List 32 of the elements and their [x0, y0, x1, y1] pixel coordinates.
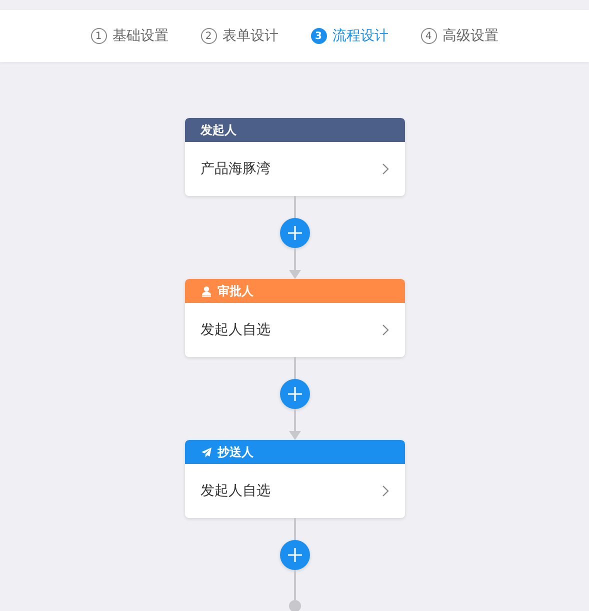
step-label: 高级设置 [442, 28, 498, 44]
add-node-button[interactable] [280, 379, 310, 409]
chevron-right-icon [382, 485, 388, 497]
step-tab[interactable]: 4 高级设置 [420, 28, 498, 44]
step-tab[interactable]: 2 表单设计 [200, 28, 278, 44]
chevron-right-icon [382, 163, 388, 175]
step-tab[interactable]: 1 基础设置 [90, 28, 168, 44]
plus-icon [288, 226, 302, 240]
node-value: 产品海豚湾 [200, 161, 270, 177]
step-number: 4 [420, 28, 436, 44]
step-label: 基础设置 [112, 28, 168, 44]
person-icon [200, 286, 212, 296]
node-title: 审批人 [218, 284, 254, 298]
node-value: 发起人自选 [200, 483, 270, 499]
step-label: 表单设计 [222, 28, 278, 44]
plus-icon [288, 548, 302, 562]
step-number: 3 [310, 28, 326, 44]
step-tab[interactable]: 3 流程设计 [310, 28, 388, 44]
node-card[interactable]: 抄送人 发起人自选 [184, 440, 404, 518]
plus-icon [288, 387, 302, 401]
node-value: 发起人自选 [200, 322, 270, 338]
chevron-right-icon [382, 324, 388, 336]
step-number: 2 [200, 28, 216, 44]
node-title: 发起人 [200, 123, 236, 137]
node-card[interactable]: 审批人 发起人自选 [184, 279, 404, 357]
add-node-button[interactable] [280, 540, 310, 570]
node-title: 抄送人 [218, 445, 254, 459]
step-number: 1 [90, 28, 106, 44]
paper-plane-icon [200, 446, 212, 458]
node-card[interactable]: 发起人 产品海豚湾 [184, 118, 404, 196]
add-node-button[interactable] [280, 218, 310, 248]
step-label: 流程设计 [332, 28, 388, 44]
